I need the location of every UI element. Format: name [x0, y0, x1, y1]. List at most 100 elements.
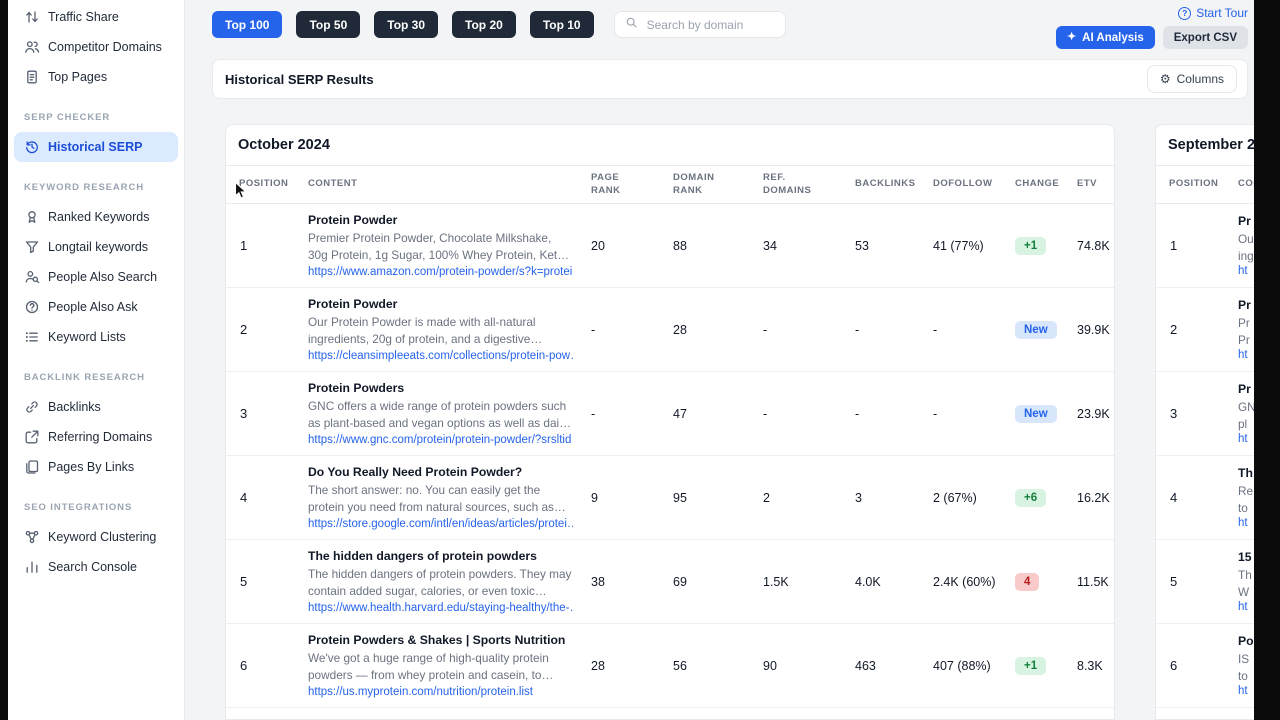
result-title: Th [1238, 465, 1253, 480]
table-row[interactable]: 6 Po IS to ht [1156, 624, 1254, 708]
traffic-share-icon [24, 9, 40, 25]
position-cell: 2 [240, 322, 248, 337]
sidebar-section-seo-integrations: SEO INTEGRATIONS [24, 502, 133, 513]
sidebar-item-label: Referring Domains [48, 430, 153, 444]
column-header-ref-domains[interactable]: REF. DOMAINS [753, 172, 811, 198]
domain-search-input[interactable] [644, 16, 775, 33]
result-url-link[interactable]: https://us.myprotein.com/nutrition/prote… [308, 686, 573, 698]
sidebar-item-competitor-domains[interactable]: Competitor Domains [14, 32, 178, 62]
table-row[interactable]: 3 Protein Powders GNC offers a wide rang… [226, 372, 1114, 456]
sidebar-item-label: Backlinks [48, 400, 101, 414]
filter-top-30-button[interactable]: Top 30 [374, 11, 439, 38]
dofollow-cell: 407 (88%) [933, 658, 991, 673]
table-row[interactable]: 2 Pr Pr Pr ht [1156, 288, 1254, 372]
dofollow-cell: - [933, 406, 938, 421]
column-header-content[interactable]: CONTENT [1228, 178, 1254, 191]
table-row[interactable]: 4 Th Re to ht [1156, 456, 1254, 540]
sidebar-item-people-also-search[interactable]: People Also Search [14, 262, 178, 292]
sidebar-item-keyword-clustering[interactable]: Keyword Clustering [14, 522, 178, 552]
sidebar-item-top-pages[interactable]: Top Pages [14, 62, 178, 92]
table-row[interactable]: 5 The hidden dangers of protein powders … [226, 540, 1114, 624]
september-table-body: 1 Pr Ou ing ht 2 Pr Pr Pr ht 3 Pr GN pl … [1156, 204, 1254, 708]
result-url-link[interactable]: https://cleansimpleeats.com/collections/… [308, 350, 573, 362]
result-url-link[interactable]: ht [1238, 685, 1254, 697]
month-label: September 2024 [1168, 137, 1254, 153]
columns-button-label: Columns [1176, 72, 1224, 86]
column-header-content[interactable]: CONTENT [298, 178, 581, 191]
filter-top-10-button[interactable]: Top 10 [529, 11, 594, 38]
sidebar-item-ranked-keywords[interactable]: Ranked Keywords [14, 202, 178, 232]
medal-icon [24, 209, 40, 225]
result-description: ing [1238, 249, 1254, 263]
sidebar-item-longtail-keywords[interactable]: Longtail keywords [14, 232, 178, 262]
table-row[interactable]: 1 Pr Ou ing ht [1156, 204, 1254, 288]
result-url-link[interactable]: ht [1238, 517, 1254, 529]
month-label: October 2024 [238, 137, 330, 153]
table-row[interactable]: 3 Pr GN pl ht [1156, 372, 1254, 456]
column-header-change[interactable]: CHANGE [1005, 178, 1067, 191]
sidebar-item-backlinks[interactable]: Backlinks [14, 392, 178, 422]
result-url-link[interactable]: ht [1238, 349, 1254, 361]
page-rank-cell: 9 [591, 490, 598, 505]
document-icon [24, 69, 40, 85]
sidebar-item-label: Keyword Lists [48, 330, 126, 344]
sidebar-item-people-also-ask[interactable]: People Also Ask [14, 292, 178, 322]
change-cell: +1 [1005, 656, 1067, 675]
start-tour-link[interactable]: ? Start Tour [1178, 6, 1248, 20]
table-row[interactable]: 4 Do You Really Need Protein Powder? The… [226, 456, 1114, 540]
table-row[interactable]: 1 Protein Powder Premier Protein Powder,… [226, 204, 1114, 288]
result-url-link[interactable]: https://www.gnc.com/protein/protein-powd… [308, 434, 573, 446]
column-header-backlinks[interactable]: BACKLINKS [845, 178, 923, 191]
sidebar-item-label: People Also Ask [48, 300, 138, 314]
content-cell: Protein Powder Our Protein Powder is mad… [298, 297, 581, 362]
sidebar-item-traffic-share[interactable]: Traffic Share [14, 2, 178, 32]
ref-domains-cell: 34 [763, 238, 777, 253]
history-clock-icon [24, 139, 40, 155]
table-row[interactable]: 6 Protein Powders & Shakes | Sports Nutr… [226, 624, 1114, 708]
result-description: to [1238, 501, 1248, 515]
result-url-link[interactable]: https://store.google.com/intl/en/ideas/a… [308, 518, 573, 530]
sidebar-item-label: Competitor Domains [48, 40, 162, 54]
ai-analysis-button[interactable]: ✦ AI Analysis [1055, 26, 1155, 49]
column-header-dofollow[interactable]: DOFOLLOW [923, 178, 1005, 191]
result-url-link[interactable]: ht [1238, 601, 1254, 613]
position-cell: 5 [1170, 574, 1178, 589]
table-row[interactable]: 5 15 Th W ht [1156, 540, 1254, 624]
dofollow-cell: 2.4K (60%) [933, 574, 996, 589]
domain-rank-cell: 69 [673, 574, 687, 589]
column-header-etv[interactable]: ETV [1067, 178, 1114, 191]
position-cell: 1 [1170, 238, 1178, 253]
sidebar-section-serp-checker: SERP CHECKER [24, 112, 111, 123]
position-cell: 3 [240, 406, 248, 421]
change-cell: New [1005, 320, 1067, 339]
result-description: to [1238, 669, 1248, 683]
column-header-page-rank[interactable]: PAGE RANK [581, 172, 639, 198]
stacked-pages-icon [24, 459, 40, 475]
column-header-position[interactable]: POSITION [226, 178, 298, 191]
backlinks-cell: - [855, 322, 860, 337]
sidebar-item-historical-serp[interactable]: Historical SERP [14, 132, 178, 162]
domain-search-box[interactable] [613, 11, 786, 38]
result-url-link[interactable]: ht [1238, 433, 1254, 445]
result-description: The hidden dangers of protein powders. T… [308, 567, 572, 598]
sidebar-item-pages-by-links[interactable]: Pages By Links [14, 452, 178, 482]
filter-top-100-button[interactable]: Top 100 [212, 11, 283, 38]
change-badge: +1 [1015, 656, 1047, 675]
filter-top-50-button[interactable]: Top 50 [296, 11, 361, 38]
page-rank-cell: - [591, 406, 596, 421]
sidebar-item-referring-domains[interactable]: Referring Domains [14, 422, 178, 452]
columns-button[interactable]: ⚙ Columns [1146, 65, 1237, 93]
column-header-position[interactable]: POSITION [1156, 178, 1228, 191]
sidebar-item-keyword-lists[interactable]: Keyword Lists [14, 322, 178, 352]
result-url-link[interactable]: ht [1238, 265, 1254, 277]
filter-top-20-button[interactable]: Top 20 [452, 11, 516, 38]
panel-title: Historical SERP Results [225, 71, 374, 87]
sidebar-item-search-console[interactable]: Search Console [14, 552, 178, 582]
result-url-link[interactable]: https://www.amazon.com/protein-powder/s?… [308, 266, 573, 278]
result-title: Protein Powders & Shakes | Sports Nutrit… [308, 633, 566, 648]
column-header-domain-rank[interactable]: DOMAIN RANK [663, 172, 721, 198]
export-csv-button[interactable]: Export CSV [1162, 26, 1248, 49]
result-url-link[interactable]: https://www.health.harvard.edu/staying-h… [308, 602, 573, 614]
table-row[interactable]: 2 Protein Powder Our Protein Powder is m… [226, 288, 1114, 372]
backlinks-cell: 3 [855, 490, 862, 505]
